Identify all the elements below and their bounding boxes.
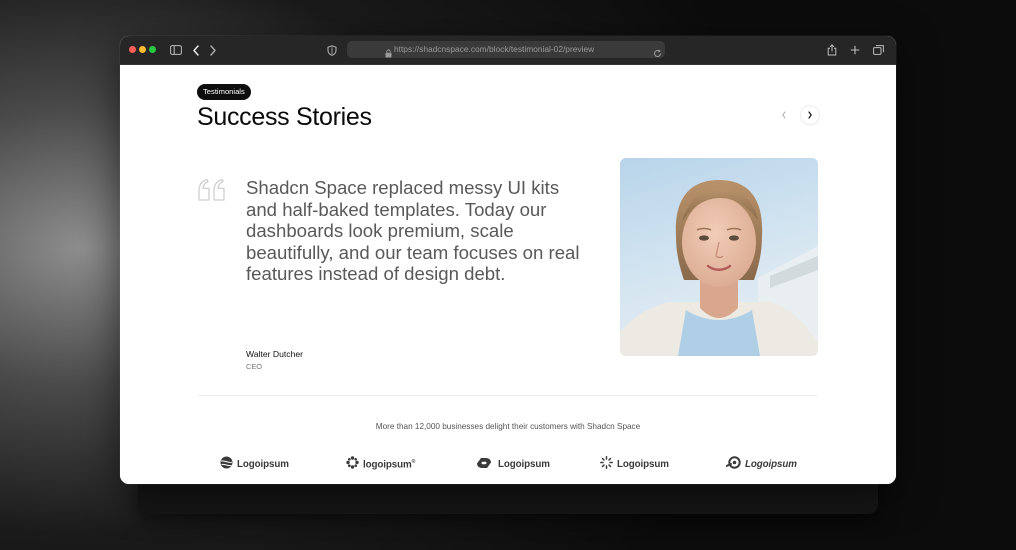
globe-logo-icon: [220, 456, 233, 474]
client-logo-3: Logoipsum: [474, 457, 550, 472]
section-badge: Testimonials: [197, 84, 251, 100]
url-text: https://shadcnspace.com/block/testimonia…: [394, 44, 595, 54]
backdrop-slab: [138, 480, 878, 514]
lock-icon: [385, 45, 392, 63]
sunburst-logo-icon: [600, 455, 613, 474]
client-logo-2: logoipsum®: [346, 455, 416, 474]
tab-overview-icon[interactable]: [872, 42, 884, 58]
page-content: Testimonials Success Stories Shadcn Spac…: [120, 65, 896, 484]
carousel-prev-button[interactable]: [775, 106, 793, 124]
zoom-window-button[interactable]: [149, 46, 156, 53]
chevron-left-icon: [781, 106, 787, 124]
dots-logo-icon: [346, 455, 359, 474]
quote-mark-icon: [196, 178, 228, 207]
link-logo-icon: [474, 456, 494, 474]
forward-arrow-icon[interactable]: [207, 42, 219, 58]
close-window-button[interactable]: [129, 46, 136, 53]
logo-name: Logoipsum: [745, 459, 797, 470]
browser-window: https://shadcnspace.com/block/testimonia…: [120, 36, 896, 484]
chevron-right-icon: [807, 106, 813, 124]
address-bar[interactable]: https://shadcnspace.com/block/testimonia…: [347, 41, 665, 58]
logo-name: logoipsum®: [363, 458, 416, 471]
share-icon[interactable]: [826, 42, 838, 58]
client-logo-5: Logoipsum: [725, 455, 797, 474]
logo-name: Logoipsum: [498, 459, 550, 470]
carousel-next-button[interactable]: [801, 106, 819, 124]
trust-statement: More than 12,000 businesses delight thei…: [375, 422, 641, 431]
minimize-window-button[interactable]: [139, 46, 146, 53]
client-logo-4: Logoipsum: [600, 455, 669, 474]
logo-name: Logoipsum: [617, 459, 669, 470]
author-photo: [620, 158, 818, 356]
section-divider: [197, 395, 817, 396]
back-arrow-icon[interactable]: [190, 42, 202, 58]
sidebar-toggle-icon[interactable]: [169, 42, 183, 58]
shield-icon[interactable]: [326, 42, 338, 58]
page-title: Success Stories: [197, 103, 372, 131]
testimonial-quote: Shadcn Space replaced messy UI kits and …: [246, 177, 580, 284]
logo-name: Logoipsum: [237, 459, 289, 470]
author-name: Walter Dutcher: [246, 349, 303, 359]
author-role: CEO: [246, 362, 263, 371]
new-tab-icon[interactable]: [849, 42, 861, 58]
browser-toolbar: https://shadcnspace.com/block/testimonia…: [120, 36, 896, 65]
ring-logo-icon: [725, 455, 741, 474]
reload-icon[interactable]: [653, 45, 662, 63]
client-logo-1: Logoipsum: [220, 456, 289, 474]
